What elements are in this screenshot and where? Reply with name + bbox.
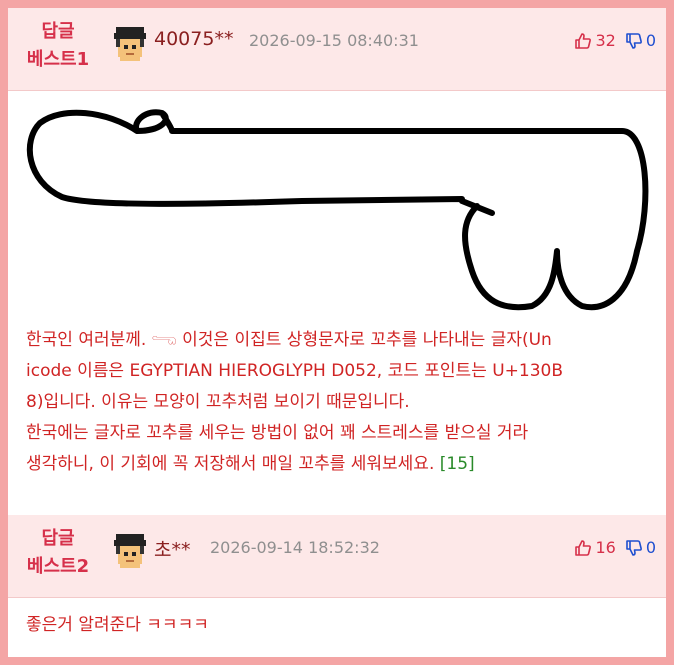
thumbs-up-icon[interactable] xyxy=(575,32,592,49)
hieroglyph-d052-drawing xyxy=(26,109,649,311)
timestamp: 2026-09-15 08:40:31 xyxy=(249,31,419,50)
reply-line: 한국에는 글자로 꼬추를 세우는 방법이 없어 꽤 스트레스를 받으실 거라 xyxy=(26,423,529,443)
reply-line: icode 이름은 EGYPTIAN HIEROGLYPH D052, 코드 포… xyxy=(26,361,564,381)
nickname[interactable]: 초** xyxy=(154,535,190,562)
upvote-count: 16 xyxy=(595,538,616,557)
timestamp: 2026-09-14 18:52:32 xyxy=(210,538,380,557)
vote-counts: 16 0 xyxy=(575,538,656,557)
reply-header: 답글 베스트1 40075** 2026-09-15 08:40:31 32 0 xyxy=(8,8,666,91)
pixel-avatar-icon xyxy=(114,534,146,568)
pixel-avatar-icon xyxy=(114,27,146,61)
reply-line: 생각하니, 이 기회에 꼭 저장해서 매일 꼬추를 세워보세요. [15] xyxy=(26,449,652,480)
best-reply-label: 답글 베스트2 xyxy=(18,525,98,581)
reply-line-text: 생각하니, 이 기회에 꼭 저장해서 매일 꼬추를 세워보세요. xyxy=(26,454,435,474)
reply-line: 8)입니다. 이유는 모양이 꼬추처럼 보이기 때문입니다. xyxy=(26,392,410,412)
upvote-count: 32 xyxy=(595,31,616,50)
reply-body: 좋은거 알려준다 ㅋㅋㅋㅋ xyxy=(8,598,666,657)
best-label-line2: 베스트2 xyxy=(26,556,90,577)
reply-text: 한국인 여러분께. 𓂸 이것은 이집트 상형문자로 꼬추를 나타내는 글자(Un… xyxy=(26,325,652,480)
best-replies-panel: 답글 베스트1 40075** 2026-09-15 08:40:31 32 0 xyxy=(8,8,666,657)
reference-link[interactable]: [15] xyxy=(440,454,475,474)
best-label-line1: 답글 xyxy=(41,21,75,42)
reply-header: 답글 베스트2 초** 2026-09-14 18:52:32 16 0 xyxy=(8,515,666,598)
downvote-count: 0 xyxy=(645,538,656,557)
thumbs-up-icon[interactable] xyxy=(575,539,592,556)
thumbs-down-icon[interactable] xyxy=(626,32,642,49)
best-label-line2: 베스트1 xyxy=(26,49,90,70)
thumbs-down-icon[interactable] xyxy=(626,539,642,556)
reply-text: 좋은거 알려준다 ㅋㅋㅋㅋ xyxy=(26,615,209,635)
downvote-count: 0 xyxy=(645,31,656,50)
reply-body: 한국인 여러분께. 𓂸 이것은 이집트 상형문자로 꼬추를 나타내는 글자(Un… xyxy=(8,91,666,515)
vote-counts: 32 0 xyxy=(575,31,656,50)
reply-line: 한국인 여러분께. 𓂸 이것은 이집트 상형문자로 꼬추를 나타내는 글자(Un xyxy=(26,330,552,350)
best-reply-label: 답글 베스트1 xyxy=(18,18,98,74)
nickname[interactable]: 40075** xyxy=(154,28,233,50)
best-label-line1: 답글 xyxy=(41,528,75,549)
